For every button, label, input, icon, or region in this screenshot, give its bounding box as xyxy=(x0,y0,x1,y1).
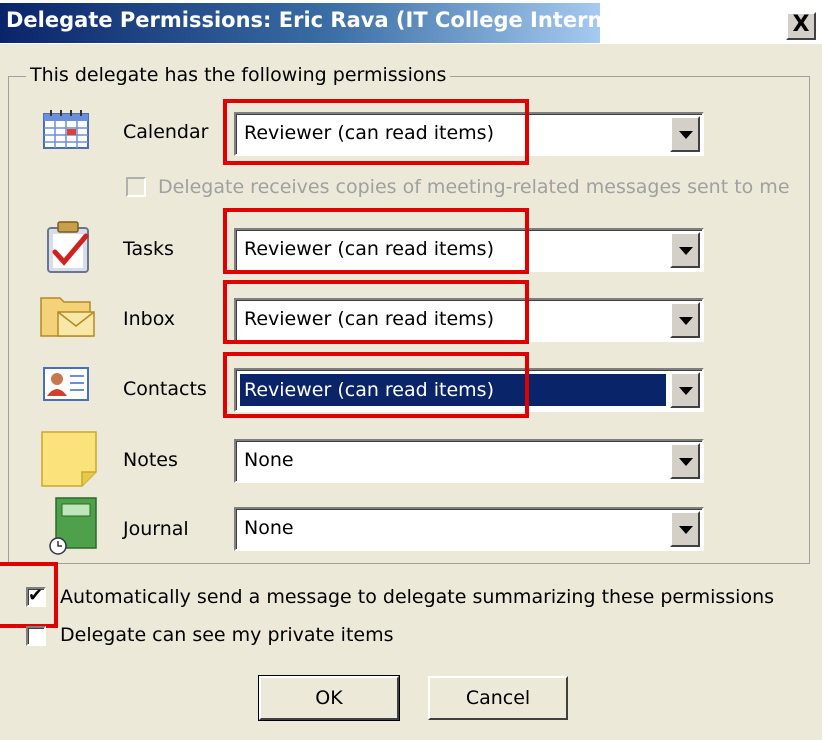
annotation-highlight-inbox xyxy=(223,280,529,344)
window-title: Delegate Permissions: Eric Rava (IT Coll… xyxy=(6,8,612,32)
notes-label: Notes xyxy=(123,449,178,471)
private-items-checkbox[interactable] xyxy=(26,626,46,646)
contacts-icon xyxy=(40,362,100,416)
calendar-icon xyxy=(40,108,100,162)
chevron-down-icon xyxy=(679,458,693,466)
annotation-highlight-tasks xyxy=(223,208,529,274)
journal-icon xyxy=(46,496,106,555)
calendar-label: Calendar xyxy=(123,121,209,143)
inbox-icon xyxy=(38,290,98,344)
journal-permission-select[interactable]: None xyxy=(234,507,704,551)
cancel-button[interactable]: Cancel xyxy=(428,676,568,720)
contacts-dropdown-button[interactable] xyxy=(670,372,700,408)
chevron-down-icon xyxy=(679,131,693,139)
notes-icon xyxy=(38,428,98,487)
annotation-highlight-calendar xyxy=(223,99,529,165)
chevron-down-icon xyxy=(679,387,693,395)
annotation-highlight-auto-send xyxy=(0,562,58,628)
notes-permission-select[interactable]: None xyxy=(234,439,704,483)
contacts-label: Contacts xyxy=(123,378,207,400)
permissions-group-label: This delegate has the following permissi… xyxy=(26,64,451,86)
inbox-dropdown-button[interactable] xyxy=(670,302,700,338)
close-button[interactable]: X xyxy=(786,12,816,40)
notes-dropdown-button[interactable] xyxy=(670,443,700,479)
tasks-dropdown-button[interactable] xyxy=(670,232,700,268)
notes-permission-value: None xyxy=(244,449,294,471)
chevron-down-icon xyxy=(679,526,693,534)
tasks-icon xyxy=(42,218,102,273)
ok-button[interactable]: OK xyxy=(258,675,400,721)
journal-permission-value: None xyxy=(244,517,294,539)
journal-label: Journal xyxy=(123,518,189,540)
auto-send-label: Automatically send a message to delegate… xyxy=(60,586,775,608)
title-bar: Delegate Permissions: Eric Rava (IT Coll… xyxy=(0,0,822,44)
meeting-copies-label: Delegate receives copies of meeting-rela… xyxy=(158,176,790,198)
inbox-label: Inbox xyxy=(123,308,175,330)
private-items-label: Delegate can see my private items xyxy=(60,624,394,646)
chevron-down-icon xyxy=(679,247,693,255)
journal-dropdown-button[interactable] xyxy=(670,511,700,547)
annotation-highlight-contacts xyxy=(223,352,529,418)
meeting-copies-checkbox[interactable] xyxy=(126,177,146,197)
chevron-down-icon xyxy=(679,317,693,325)
calendar-dropdown-button[interactable] xyxy=(670,116,700,152)
tasks-label: Tasks xyxy=(123,238,174,260)
